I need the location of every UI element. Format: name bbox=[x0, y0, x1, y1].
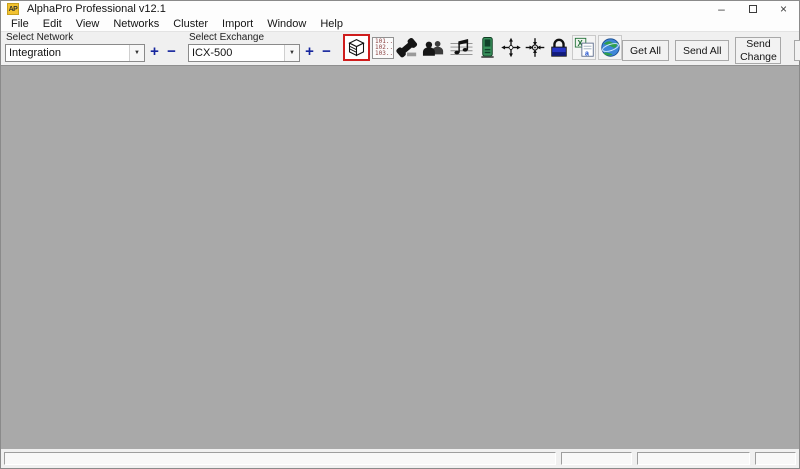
minimize-icon: – bbox=[718, 2, 725, 16]
maximize-button[interactable] bbox=[737, 1, 768, 17]
close-icon: × bbox=[779, 2, 787, 16]
network-add-button[interactable]: + bbox=[147, 44, 162, 62]
toolbar-icons: 101... 102... 103... bbox=[343, 34, 622, 61]
menu-bar: File Edit View Networks Cluster Import W… bbox=[1, 17, 799, 31]
menu-item-view[interactable]: View bbox=[69, 18, 107, 30]
exchange-selected-value: ICX-500 bbox=[192, 47, 233, 59]
send-change-button[interactable]: Send Change bbox=[735, 37, 782, 64]
arrows-out-icon bbox=[501, 37, 521, 58]
svg-text:a: a bbox=[584, 50, 588, 57]
menu-item-help[interactable]: Help bbox=[313, 18, 350, 30]
toolbar-button-security[interactable] bbox=[548, 35, 570, 60]
toolbar-button-handset[interactable] bbox=[396, 35, 418, 60]
close-button[interactable]: × bbox=[768, 1, 799, 17]
status-panel bbox=[561, 452, 632, 465]
exchange-combobox[interactable]: ICX-500 ▼ bbox=[188, 44, 300, 62]
excel-export-icon: X a bbox=[574, 37, 594, 57]
exchange-add-button[interactable]: + bbox=[302, 44, 317, 62]
toolbar-button-audio-program[interactable] bbox=[448, 35, 474, 60]
select-exchange-label: Select Exchange bbox=[189, 32, 265, 43]
network-selected-value: Integration bbox=[9, 47, 61, 59]
network-combobox[interactable]: Integration ▼ bbox=[5, 44, 145, 62]
subscriber-line: 103... bbox=[375, 49, 394, 57]
reset-button[interactable]: Reset bbox=[794, 40, 800, 61]
get-all-button[interactable]: Get All bbox=[622, 40, 669, 61]
toolbar-button-user-groups[interactable] bbox=[420, 35, 446, 60]
window-controls: – × bbox=[706, 1, 799, 17]
handset-icon bbox=[396, 37, 418, 57]
toolbar-button-web[interactable] bbox=[598, 35, 622, 60]
toolbar-button-distribute[interactable] bbox=[500, 35, 522, 60]
status-panel bbox=[637, 452, 750, 465]
menu-item-networks[interactable]: Networks bbox=[106, 18, 166, 30]
status-panel bbox=[755, 452, 796, 465]
status-panel bbox=[4, 452, 556, 465]
client-area bbox=[1, 65, 799, 449]
subscriber-list-icon: 101... 102... 103... bbox=[372, 36, 394, 59]
select-network-group: Select Network Integration ▼ + − bbox=[5, 32, 179, 62]
music-notes-icon bbox=[450, 38, 472, 55]
title-bar: AP AlphaPro Professional v12.1 – × bbox=[1, 1, 799, 17]
app-icon: AP bbox=[7, 3, 19, 15]
toolbar-button-intercom-station[interactable] bbox=[476, 35, 498, 60]
exchange-dropdown-arrow-icon[interactable]: ▼ bbox=[284, 45, 299, 61]
toolbar-button-exchange-unit[interactable] bbox=[343, 34, 370, 61]
toolbar-action-buttons: Get All Send All Send Change Reset Set N… bbox=[622, 37, 800, 64]
globe-icon bbox=[600, 38, 620, 57]
user-group-icon bbox=[422, 40, 443, 56]
window-title: AlphaPro Professional v12.1 bbox=[27, 3, 166, 15]
toolbar-button-collect[interactable] bbox=[524, 35, 546, 60]
toolbar-button-subscriber-list[interactable]: 101... 102... 103... bbox=[372, 35, 394, 60]
toolbar: Select Network Integration ▼ + − Select … bbox=[1, 31, 800, 65]
exchange-remove-button[interactable]: − bbox=[319, 44, 334, 62]
status-bar bbox=[1, 449, 799, 468]
menu-item-import[interactable]: Import bbox=[215, 18, 260, 30]
select-exchange-group: Select Exchange ICX-500 ▼ + − bbox=[188, 32, 334, 62]
select-network-label: Select Network bbox=[6, 32, 74, 43]
network-dropdown-arrow-icon[interactable]: ▼ bbox=[129, 45, 144, 61]
minimize-button[interactable]: – bbox=[706, 1, 737, 17]
menu-item-window[interactable]: Window bbox=[260, 18, 313, 30]
network-remove-button[interactable]: − bbox=[164, 44, 179, 62]
exchange-cube-icon bbox=[348, 39, 365, 57]
intercom-station-icon bbox=[480, 37, 494, 58]
menu-item-cluster[interactable]: Cluster bbox=[166, 18, 215, 30]
maximize-icon bbox=[748, 5, 757, 13]
arrows-in-icon bbox=[525, 38, 545, 57]
toolbar-button-excel-export[interactable]: X a bbox=[572, 35, 596, 60]
menu-item-file[interactable]: File bbox=[4, 18, 36, 30]
menu-item-edit[interactable]: Edit bbox=[36, 18, 69, 30]
app-window: AP AlphaPro Professional v12.1 – × File … bbox=[0, 0, 800, 469]
lock-icon bbox=[551, 38, 567, 57]
send-all-button[interactable]: Send All bbox=[674, 40, 730, 61]
